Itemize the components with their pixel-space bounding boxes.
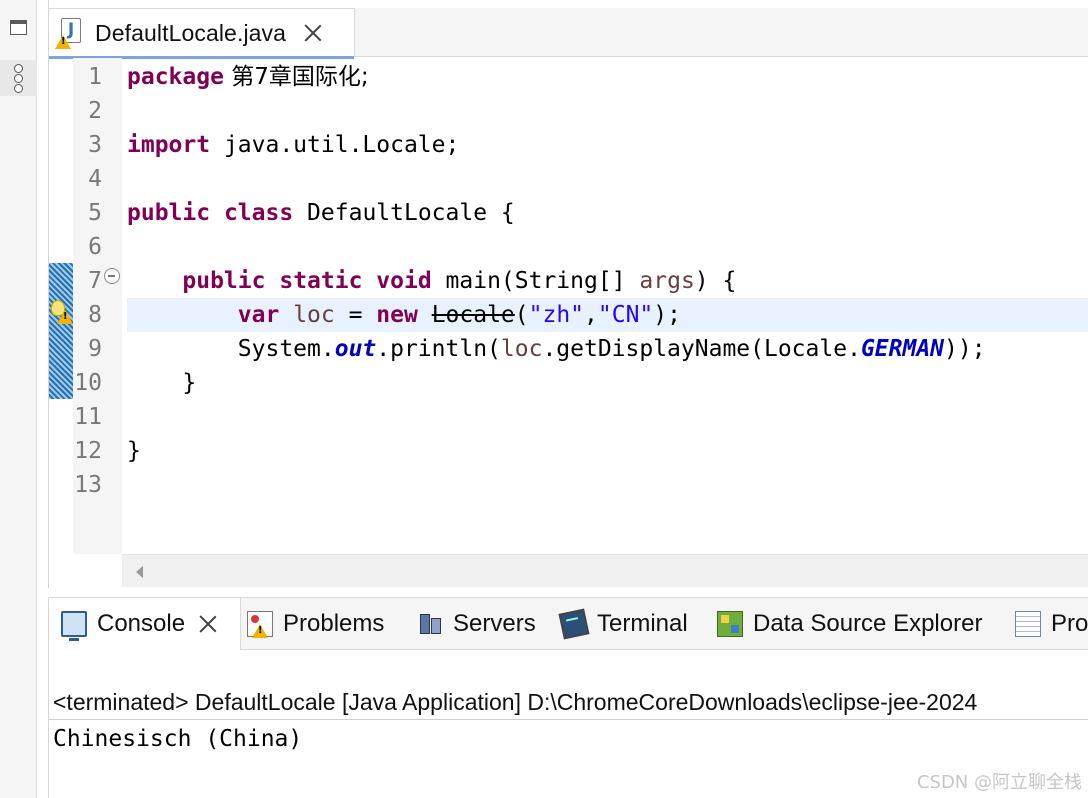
line-number: 1 [88, 64, 102, 90]
tab-console-label: Console [97, 610, 186, 637]
restore-window-icon[interactable] [0, 10, 37, 44]
tab-properties[interactable]: Pro [1015, 598, 1088, 650]
tab-data-source-explorer-label: Data Source Explorer [753, 610, 983, 637]
code-line-10: } [127, 370, 197, 396]
scroll-left-arrow-icon[interactable] [136, 566, 143, 578]
tab-data-source-explorer[interactable]: Data Source Explorer [717, 598, 982, 650]
tab-problems[interactable]: Problems [247, 598, 384, 650]
trimmed-views-icon[interactable] [0, 60, 37, 96]
tab-terminal[interactable]: Terminal [558, 598, 688, 650]
code-line-12: } [127, 438, 141, 464]
properties-icon [1015, 611, 1041, 637]
console-icon [61, 611, 87, 641]
deprecated-constructor: Locale [431, 302, 515, 328]
console-output[interactable]: Chinesisch (China) [53, 722, 302, 756]
line-number: 2 [88, 98, 102, 124]
console-divider [49, 719, 1088, 720]
code-line-1: package 第7章国际化; [127, 64, 369, 90]
tab-console[interactable]: Console [49, 598, 241, 650]
servers-icon [417, 611, 443, 637]
line-number: 10 [74, 370, 102, 396]
line-number: 5 [88, 200, 102, 226]
editor-tab-bar: J DefaultLocale.java [49, 8, 1088, 59]
editor-horizontal-scrollbar[interactable] [122, 554, 1088, 587]
tab-problems-label: Problems [283, 610, 385, 637]
line-number: 4 [88, 166, 102, 192]
line-number: 7 [88, 268, 102, 294]
line-number: 9 [88, 336, 102, 362]
data-source-explorer-icon [717, 611, 743, 637]
left-trim-stack [0, 0, 37, 798]
code-line-5: public class DefaultLocale { [127, 200, 515, 226]
line-number: 6 [88, 234, 102, 260]
line-number: 13 [74, 472, 102, 498]
code-editor[interactable]: package 第7章国际化; import java.util.Locale;… [127, 58, 1088, 554]
editor-tab-title: DefaultLocale.java [95, 19, 287, 46]
code-line-8-current: var loc = new Locale("zh","CN"); [127, 298, 1088, 332]
close-icon[interactable] [199, 615, 217, 633]
code-line-3: import java.util.Locale; [127, 132, 460, 158]
tab-properties-label: Pro [1051, 610, 1088, 637]
watermark: CSDN @阿立聊全栈 [916, 772, 1082, 793]
line-number: 12 [74, 438, 102, 464]
line-number: 8 [88, 302, 102, 328]
quick-fix-warning-icon[interactable] [51, 300, 75, 326]
line-number: 3 [88, 132, 102, 158]
terminal-icon [558, 608, 590, 640]
view-tab-bar: Console Problems Servers Terminal Data S… [49, 598, 1088, 650]
code-line-9: System.out.println(loc.getDisplayName(Lo… [237, 336, 986, 362]
problems-icon [247, 611, 273, 638]
line-number-ruler: 1 2 3 4 5 6 7 8 9 10 11 12 13 [73, 58, 122, 554]
collapse-fold-icon[interactable] [104, 268, 120, 284]
close-icon[interactable] [304, 24, 322, 42]
java-file-warning-icon: J [55, 18, 83, 49]
tab-terminal-label: Terminal [597, 610, 688, 637]
tab-servers[interactable]: Servers [417, 598, 536, 650]
code-line-7: public static void main(String[] args) { [182, 268, 737, 294]
console-process-header: <terminated> DefaultLocale [Java Applica… [53, 689, 978, 715]
change-ruler-marker [49, 263, 74, 399]
line-number: 11 [74, 404, 102, 430]
tab-servers-label: Servers [453, 610, 536, 637]
editor-tab-defaultlocale[interactable]: J DefaultLocale.java [49, 8, 355, 59]
